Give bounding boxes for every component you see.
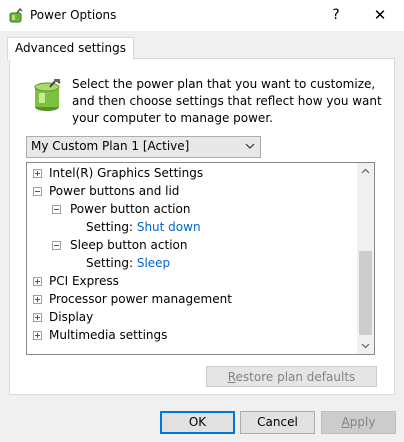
apply-label-rest: pply xyxy=(349,415,376,429)
tree-item-label: Sleep button action xyxy=(70,238,188,252)
tab-advanced-settings[interactable]: Advanced settings xyxy=(7,37,134,60)
tree-item-label: PCI Express xyxy=(49,274,119,288)
apply-access-key: A xyxy=(341,415,350,429)
collapse-icon[interactable] xyxy=(52,205,61,214)
cancel-button[interactable]: Cancel xyxy=(240,411,315,434)
expand-icon[interactable] xyxy=(33,169,42,178)
collapse-icon[interactable] xyxy=(33,187,42,196)
setting-label: Setting: xyxy=(86,220,137,234)
tree-item-label: Display xyxy=(49,310,94,324)
chevron-down-icon xyxy=(245,143,255,149)
restore-label-rest: estore plan defaults xyxy=(235,370,356,384)
expand-icon[interactable] xyxy=(33,331,42,340)
expand-icon[interactable] xyxy=(33,313,42,322)
power-options-icon xyxy=(9,8,23,23)
tree-item-label: Processor power management xyxy=(49,292,232,306)
tree-scrollbar[interactable] xyxy=(357,163,374,354)
tab-panel: Select the power plan that you want to c… xyxy=(9,58,395,395)
expand-icon[interactable] xyxy=(33,295,42,304)
description-text: Select the power plan that you want to c… xyxy=(72,77,382,125)
collapse-icon[interactable] xyxy=(52,241,61,250)
title-bar: Power Options ? ✕ xyxy=(0,0,404,31)
power-plan-value: My Custom Plan 1 [Active] xyxy=(31,139,190,153)
power-button-setting-value[interactable]: Shut down xyxy=(137,220,201,234)
restore-plan-defaults-button[interactable]: Restore plan defaults xyxy=(206,366,377,387)
scroll-down-arrow-icon[interactable] xyxy=(357,337,374,354)
tree-item-label: Power buttons and lid xyxy=(49,184,180,198)
close-button[interactable]: ✕ xyxy=(360,0,400,31)
setting-row-sleep-button: Setting: Sleep xyxy=(86,254,170,272)
expand-icon[interactable] xyxy=(33,277,42,286)
settings-tree[interactable]: Intel(R) Graphics Settings Power buttons… xyxy=(26,162,375,355)
window-title: Power Options xyxy=(30,8,117,22)
dialog-body: Advanced settings Select the power plan … xyxy=(0,31,404,442)
tree-item-label: Multimedia settings xyxy=(49,328,168,342)
battery-plan-icon xyxy=(34,79,61,111)
scroll-thumb[interactable] xyxy=(359,251,372,335)
power-plan-dropdown[interactable]: My Custom Plan 1 [Active] xyxy=(26,136,261,158)
tree-item-label: Intel(R) Graphics Settings xyxy=(49,166,204,180)
sleep-button-setting-value[interactable]: Sleep xyxy=(137,256,170,270)
setting-label: Setting: xyxy=(86,256,137,270)
tree-item-label: Power button action xyxy=(70,202,191,216)
help-button[interactable]: ? xyxy=(318,0,354,31)
ok-button[interactable]: OK xyxy=(160,411,235,434)
setting-row-power-button: Setting: Shut down xyxy=(86,218,201,236)
apply-button[interactable]: Apply xyxy=(321,411,396,434)
scroll-up-arrow-icon[interactable] xyxy=(357,163,374,180)
restore-access-key: R xyxy=(227,370,236,384)
